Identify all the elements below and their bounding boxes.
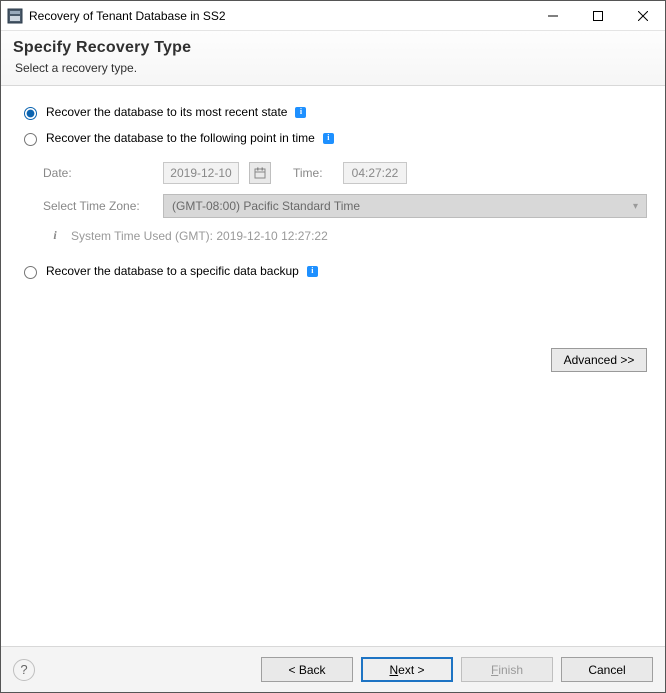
radio-specific-backup-label: Recover the database to a specific data … [46, 264, 299, 278]
wizard-body: Recover the database to its most recent … [1, 86, 665, 646]
next-mnemonic: N [389, 663, 398, 677]
radio-specific-backup[interactable] [24, 266, 37, 279]
date-time-row: Date: 2019-12-10 Time: 04:27:22 [43, 162, 647, 184]
time-label: Time: [293, 166, 333, 180]
titlebar: Recovery of Tenant Database in SS2 [1, 1, 665, 31]
wizard-header: Specify Recovery Type Select a recovery … [1, 31, 665, 86]
app-icon [7, 8, 23, 24]
window-controls [530, 1, 665, 30]
timezone-row: Select Time Zone: (GMT-08:00) Pacific St… [43, 194, 647, 218]
radio-most-recent[interactable] [24, 107, 37, 120]
system-time-text: System Time Used (GMT): 2019-12-10 12:27… [71, 229, 328, 243]
radio-point-in-time[interactable] [24, 133, 37, 146]
cancel-button[interactable]: Cancel [561, 657, 653, 682]
option-point-in-time[interactable]: Recover the database to the following po… [19, 130, 647, 146]
chevron-down-icon: ▾ [633, 201, 638, 212]
radio-point-in-time-label: Recover the database to the following po… [46, 131, 315, 145]
back-button[interactable]: < Back [261, 657, 353, 682]
maximize-button[interactable] [575, 1, 620, 30]
finish-button: Finish [461, 657, 553, 682]
date-field[interactable]: 2019-12-10 [163, 162, 239, 184]
system-time-row: i System Time Used (GMT): 2019-12-10 12:… [49, 228, 647, 243]
next-rest: ext > [398, 663, 424, 677]
timezone-value: (GMT-08:00) Pacific Standard Time [172, 199, 360, 213]
date-label: Date: [43, 166, 153, 180]
page-subtitle: Select a recovery type. [15, 61, 653, 75]
finish-rest: inish [498, 663, 523, 677]
minimize-button[interactable] [530, 1, 575, 30]
info-icon[interactable]: i [323, 133, 334, 144]
window-title: Recovery of Tenant Database in SS2 [29, 9, 530, 23]
point-in-time-subarea: Date: 2019-12-10 Time: 04:27:22 Select T… [19, 156, 647, 257]
wizard-footer: ? < Back Next > Finish Cancel [1, 646, 665, 692]
radio-most-recent-label: Recover the database to its most recent … [46, 105, 287, 119]
date-picker-button[interactable] [249, 162, 271, 184]
calendar-icon [254, 167, 266, 179]
close-button[interactable] [620, 1, 665, 30]
timezone-label: Select Time Zone: [43, 199, 153, 213]
next-button[interactable]: Next > [361, 657, 453, 682]
option-most-recent[interactable]: Recover the database to its most recent … [19, 104, 647, 120]
timezone-select[interactable]: (GMT-08:00) Pacific Standard Time ▾ [163, 194, 647, 218]
page-title: Specify Recovery Type [13, 39, 653, 57]
help-button[interactable]: ? [13, 659, 35, 681]
info-icon[interactable]: i [307, 266, 318, 277]
info-icon: i [49, 228, 61, 243]
help-icon: ? [20, 662, 27, 677]
time-field[interactable]: 04:27:22 [343, 162, 407, 184]
info-icon[interactable]: i [295, 107, 306, 118]
advanced-button[interactable]: Advanced >> [551, 348, 647, 372]
option-specific-backup[interactable]: Recover the database to a specific data … [19, 263, 647, 279]
